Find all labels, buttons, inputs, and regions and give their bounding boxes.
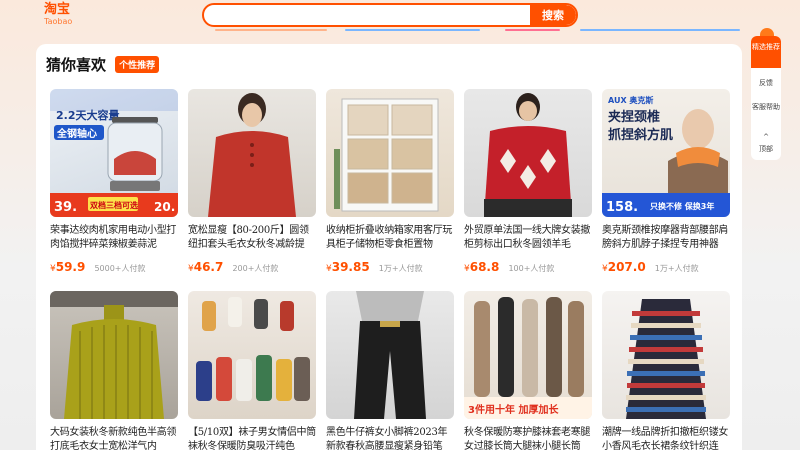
product-image-striped-dress[interactable]: [602, 291, 730, 419]
product-card[interactable]: 3件用十年 加厚加长 秋冬保暖防寒护膝袜套老寒腿女过膝长筒大腿袜小腿长筒: [464, 291, 592, 450]
product-title[interactable]: 秋冬保暖防寒护膝袜套老寒腿女过膝长筒大腿袜小腿长筒: [464, 426, 592, 450]
storage-cabinet-illustration: [334, 98, 439, 212]
sales-count: 1万+人付款: [654, 264, 699, 273]
product-title[interactable]: 收纳柜折叠收纳箱家用客厅玩具柜子储物柜零食柜置物: [326, 224, 454, 252]
logo-text-en: Taobao: [44, 17, 73, 26]
product-card[interactable]: 外贸原单法国一线大牌女装撤柜剪标出口秋冬圆领羊毛 ¥68.8 100+人付款: [464, 89, 592, 274]
product-title[interactable]: 宽松显瘦【80-200斤】圆领纽扣套头毛衣女秋冬减龄提: [188, 224, 316, 252]
product-title[interactable]: 大码女装秋冬新款纯色半高领打底毛衣女士宽松洋气内: [50, 426, 178, 450]
top-bar: 淘宝 Taobao 搜索: [0, 0, 800, 32]
product-image-storage-cabinet[interactable]: [326, 89, 454, 217]
product-title[interactable]: 黑色牛仔裤女小脚裤2023年新款春秋高腰显瘦紧身铅笔: [326, 426, 454, 450]
sales-count: 100+人付款: [508, 264, 555, 273]
product-card[interactable]: 黑色牛仔裤女小脚裤2023年新款春秋高腰显瘦紧身铅笔: [326, 291, 454, 450]
product-title[interactable]: 【5/10双】袜子男女情侣中筒袜秋冬保暖防臭吸汗纯色: [188, 426, 316, 450]
price-row: ¥207.0 1万+人付款: [602, 256, 730, 274]
product-image-leg-warmers[interactable]: 3件用十年 加厚加长: [464, 291, 592, 419]
product-card[interactable]: 【5/10双】袜子男女情侣中筒袜秋冬保暖防臭吸汗纯色: [188, 291, 316, 450]
product-price: ¥68.8: [464, 260, 500, 274]
red-sweater-illustration: [208, 93, 296, 217]
header-decoration: [0, 29, 800, 33]
overlay-leg-tag: 3件用十年 加厚加长: [468, 403, 559, 416]
overlay-price-left: 39.: [54, 200, 77, 215]
leg-warmers-illustration: 3件用十年 加厚加长: [464, 297, 592, 419]
search-input[interactable]: [204, 5, 534, 25]
product-price: ¥59.9: [50, 260, 86, 274]
product-image-neck-massager[interactable]: AUX 奥克斯 夹捏颈椎 抓捏斜方肌 158. 只换不修 保换3年: [602, 89, 730, 217]
taobao-logo[interactable]: 淘宝 Taobao: [44, 3, 84, 29]
sales-count: 200+人付款: [232, 264, 279, 273]
tool-rail: 精选推荐 反馈 客服帮助 ^ 顶部: [751, 36, 781, 160]
product-image-meat-grinder[interactable]: 2.2天大容量 全钢轴心 39. 双档三档可选 20.: [50, 89, 178, 217]
black-jeans-illustration: [354, 291, 426, 419]
overlay-steel-text: 全钢轴心: [56, 127, 97, 140]
product-image-pattern-sweater[interactable]: [464, 89, 592, 217]
product-card[interactable]: 宽松显瘦【80-200斤】圆领纽扣套头毛衣女秋冬减龄提 ¥46.7 200+人付…: [188, 89, 316, 274]
overlay-line2: 抓捏斜方肌: [608, 127, 673, 143]
logo-text-cn: 淘宝: [44, 2, 71, 17]
product-image-yellow-turtleneck[interactable]: [50, 291, 178, 419]
striped-dress-illustration: [626, 299, 706, 419]
product-price: ¥46.7: [188, 260, 224, 274]
product-card[interactable]: 收纳柜折叠收纳箱家用客厅玩具柜子储物柜零食柜置物 ¥39.85 1万+人付款: [326, 89, 454, 274]
product-title[interactable]: 潮牌一线品牌折扣撤柜织镂女小香风毛衣长裙条纹针织连: [602, 426, 730, 450]
rail-top-label[interactable]: 顶部: [751, 144, 781, 154]
product-card[interactable]: AUX 奥克斯 夹捏颈椎 抓捏斜方肌 158. 只换不修 保换3年 奥克斯颈椎按…: [602, 89, 730, 274]
product-title[interactable]: 荣事达绞肉机家用电动小型打肉馅搅拌碎菜辣椒姜蒜泥: [50, 224, 178, 252]
recommendation-panel: 猜你喜欢 个性推荐 2.2天大容量 全钢轴心 39. 双档三档可选 20. 荣事…: [36, 44, 742, 450]
price-row: ¥68.8 100+人付款: [464, 256, 592, 274]
rail-feedback[interactable]: 反馈: [751, 78, 781, 88]
section-header: 猜你喜欢 个性推荐: [46, 54, 160, 76]
product-price: ¥39.85: [326, 260, 370, 274]
sales-count: 1万+人付款: [378, 264, 423, 273]
chevron-up-icon[interactable]: ^: [751, 132, 781, 142]
sales-count: 5000+人付款: [94, 264, 146, 273]
pattern-sweater-illustration: [484, 93, 572, 217]
overlay-guarantee: 只换不修 保换3年: [650, 201, 714, 211]
search-button[interactable]: 搜索: [530, 5, 576, 25]
product-card[interactable]: 2.2天大容量 全钢轴心 39. 双档三档可选 20. 荣事达绞肉机家用电动小型…: [50, 89, 178, 274]
product-card[interactable]: 大码女装秋冬新款纯色半高领打底毛衣女士宽松洋气内: [50, 291, 178, 450]
product-image-socks[interactable]: [188, 291, 316, 419]
product-image-black-jeans[interactable]: [326, 291, 454, 419]
overlay-price-right: 20.: [154, 200, 175, 214]
rail-featured[interactable]: 精选推荐: [751, 36, 781, 68]
yellow-turtleneck-illustration: [50, 291, 178, 419]
rail-help[interactable]: 客服帮助: [751, 102, 781, 112]
neck-massager-illustration: AUX 奥克斯 夹捏颈椎 抓捏斜方肌 158. 只换不修 保换3年: [602, 95, 730, 217]
price-row: ¥46.7 200+人付款: [188, 256, 316, 274]
socks-illustration: [196, 297, 310, 401]
product-title[interactable]: 外贸原单法国一线大牌女装撤柜剪标出口秋冬圆领羊毛: [464, 224, 592, 252]
overlay-line1: 夹捏颈椎: [608, 109, 660, 125]
overlay-option-tag: 双档三档可选: [90, 200, 138, 210]
price-row: ¥59.9 5000+人付款: [50, 256, 178, 274]
product-title[interactable]: 奥克斯颈椎按摩器背部腰部肩膀斜方肌脖子揉捏专用神器: [602, 224, 730, 252]
section-title: 猜你喜欢: [46, 56, 107, 74]
product-image-red-sweater[interactable]: [188, 89, 316, 217]
price-row: ¥39.85 1万+人付款: [326, 256, 454, 274]
overlay-price: 158.: [606, 200, 638, 215]
personalized-badge: 个性推荐: [115, 56, 160, 73]
search-bar: 搜索: [202, 3, 578, 27]
overlay-brand: AUX 奥克斯: [608, 95, 653, 105]
meat-grinder-illustration: 2.2天大容量 全钢轴心 39. 双档三档可选 20.: [50, 89, 178, 217]
overlay-capacity-text: 2.2天大容量: [56, 108, 120, 122]
product-price: ¥207.0: [602, 260, 646, 274]
product-card[interactable]: 潮牌一线品牌折扣撤柜织镂女小香风毛衣长裙条纹针织连: [602, 291, 730, 450]
